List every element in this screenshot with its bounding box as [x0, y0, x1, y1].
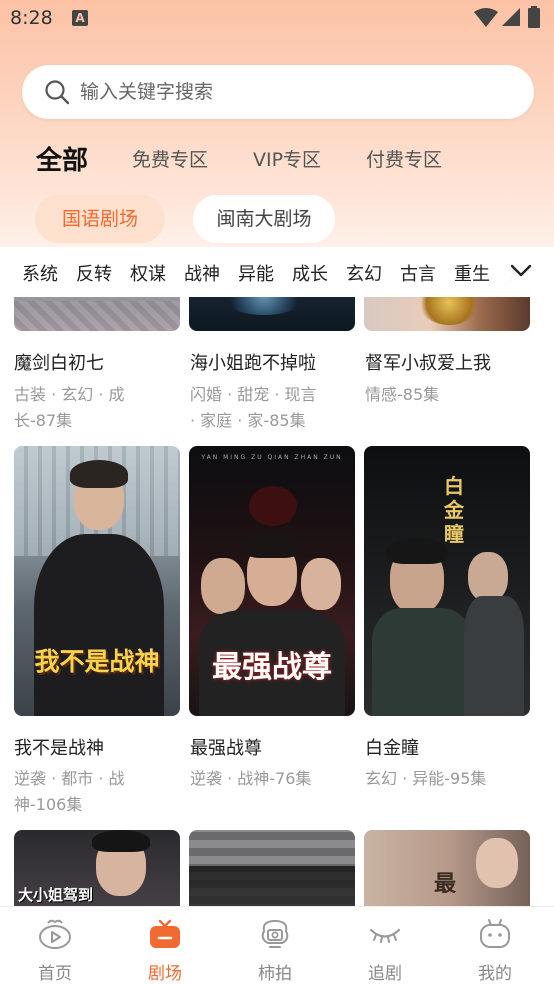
bottom-nav: 首页 剧场 柿拍 追剧 我的: [0, 906, 554, 985]
category-fantasy[interactable]: 玄幻: [346, 260, 382, 286]
nav-follow-label: 追剧: [368, 964, 402, 984]
chevron-down-icon: [510, 264, 532, 277]
tab-paid[interactable]: 付费专区: [366, 145, 442, 172]
app-root: 8:28 A 全部 免费专区 VIP专区 付费专区 国语剧场 闽南大剧场: [0, 0, 554, 985]
subtab-minnan-theater[interactable]: 闽南大剧场: [193, 195, 335, 243]
drama-tags-line: 玄幻 · 异能-95集: [365, 769, 487, 788]
notification-icon: A: [72, 10, 88, 26]
category-superpower[interactable]: 异能: [238, 260, 274, 286]
drama-poster[interactable]: 白金瞳: [364, 446, 530, 716]
search-input[interactable]: [80, 75, 500, 109]
tab-vip[interactable]: VIP专区: [253, 145, 321, 172]
category-ancient-romance[interactable]: 古言: [400, 260, 436, 286]
subtab-mandarin-theater[interactable]: 国语剧场: [35, 195, 165, 243]
cell-signal-icon: [502, 8, 520, 26]
battery-icon: [528, 6, 540, 28]
drama-title[interactable]: 我不是战神: [14, 734, 104, 760]
drama-title[interactable]: 魔剑白初七: [14, 349, 104, 375]
category-rebirth[interactable]: 重生: [454, 260, 490, 286]
drama-title[interactable]: 督军小叔爱上我: [365, 349, 491, 375]
poster-caption: 白金瞳: [444, 474, 464, 546]
drama-tags-line: 逆袭 · 战神-76集: [190, 769, 312, 788]
drama-tags-line: · 家庭 · 家-85集: [190, 411, 306, 430]
poster-caption: 大小姐驾到: [18, 886, 94, 904]
nav-mine-label: 我的: [478, 964, 512, 984]
drama-title[interactable]: 白金瞳: [365, 734, 419, 760]
drama-poster[interactable]: YAN MING ZU QIAN ZHAN ZUN 最强战尊: [189, 446, 355, 716]
tab-all[interactable]: 全部: [36, 140, 88, 177]
nav-theater[interactable]: 剧场: [110, 907, 220, 985]
drama-tags-line: 情感-85集: [365, 385, 440, 404]
nav-shoot-label: 柿拍: [258, 964, 292, 984]
eye-icon: [369, 928, 401, 943]
drama-poster[interactable]: 我不是战神: [14, 446, 180, 716]
robot-face-icon: [480, 919, 510, 948]
nav-mine[interactable]: 我的: [440, 907, 550, 985]
nav-home-label: 首页: [38, 964, 72, 984]
camera-icon: [261, 919, 289, 948]
poster-caption: 最: [434, 872, 457, 897]
drama-tags-line: 神-106集: [14, 795, 83, 814]
nav-follow[interactable]: 追剧: [330, 907, 440, 985]
poster-caption: 我不是战神: [34, 647, 160, 676]
status-bar: 8:28 A: [0, 0, 554, 40]
drama-tags: 玄幻 · 异能-95集: [365, 766, 531, 792]
search-bar[interactable]: [22, 65, 534, 119]
category-war-god[interactable]: 战神: [184, 260, 220, 286]
drama-tags-line: 闪婚 · 甜宠 · 现言: [190, 385, 317, 404]
expand-categories-button[interactable]: [498, 247, 554, 297]
drama-tags: 情感-85集: [365, 382, 531, 408]
drama-title[interactable]: 最强战尊: [190, 734, 262, 760]
theater-icon: [150, 919, 180, 948]
tab-free[interactable]: 免费专区: [132, 145, 208, 172]
drama-tags: 逆袭 · 都市 · 战 神-106集: [14, 766, 180, 818]
category-system[interactable]: 系统: [22, 260, 58, 286]
nav-shoot[interactable]: 柿拍: [220, 907, 330, 985]
category-bar: 系统 反转 权谋 战神 异能 成长 玄幻 古言 重生 复: [0, 247, 554, 297]
drama-title[interactable]: 海小姐跑不掉啦: [190, 349, 316, 375]
nav-theater-label: 剧场: [148, 964, 182, 984]
category-growth[interactable]: 成长: [292, 260, 328, 286]
drama-tags: 古装 · 玄幻 · 成 长-87集: [14, 382, 180, 434]
drama-tags-line: 逆袭 · 都市 · 战: [14, 769, 125, 788]
drama-tags-line: 长-87集: [14, 411, 73, 430]
category-intrigue[interactable]: 权谋: [130, 260, 166, 286]
home-play-icon: [39, 919, 71, 949]
drama-tags-line: 古装 · 玄幻 · 成: [14, 385, 125, 404]
category-reversal[interactable]: 反转: [76, 260, 112, 286]
search-icon: [45, 80, 70, 105]
status-time: 8:28: [10, 7, 53, 29]
drama-tags: 闪婚 · 甜宠 · 现言 · 家庭 · 家-85集: [190, 382, 356, 434]
nav-home[interactable]: 首页: [0, 907, 110, 985]
drama-tags: 逆袭 · 战神-76集: [190, 766, 356, 792]
wifi-icon: [474, 8, 498, 27]
poster-caption: 最强战尊: [212, 650, 332, 685]
poster-pinyin: YAN MING ZU QIAN ZHAN ZUN: [201, 454, 343, 461]
